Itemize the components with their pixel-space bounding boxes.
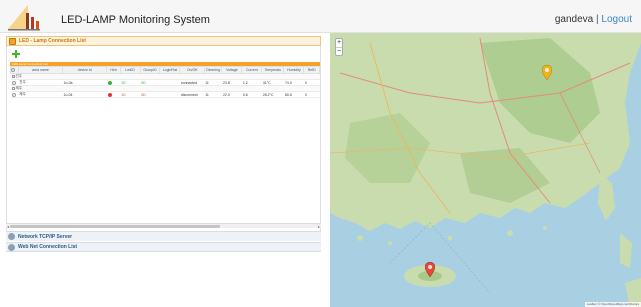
column-header[interactable]: Temperatu [261, 66, 285, 74]
lamp-connection-panel-header[interactable]: LED - Lamp Connection List [6, 36, 321, 46]
column-header[interactable]: Dimming [203, 66, 223, 74]
web-connection-panel-header[interactable]: Web Net Connection List [6, 242, 321, 252]
globe-icon [8, 243, 15, 251]
column-header[interactable]: Hint [106, 66, 121, 74]
logout-link[interactable]: Logout [601, 14, 632, 25]
column-header[interactable]: LoginFlat [159, 66, 181, 74]
lamp-panel-title: LED - Lamp Connection List [19, 38, 86, 44]
add-lamp-button[interactable] [12, 50, 20, 58]
group-label: 진주 [15, 74, 22, 78]
lamp-marker-jeju[interactable] [425, 262, 435, 277]
web-panel-title: Web Net Connection List [18, 244, 78, 250]
app-title: LED-LAMP Monitoring System [61, 14, 210, 26]
tcp-server-panel-header[interactable]: Network TCP/IP Server [6, 231, 321, 241]
lamp-connection-panel-body: LED-Lamp Connection List area name devic… [6, 46, 321, 231]
column-header[interactable]: Current [241, 66, 263, 74]
horizontal-scrollbar[interactable]: ◂ ▸ [6, 223, 321, 229]
dimming-cell: 11 [204, 91, 222, 98]
table-row[interactable]: 제주 1u-04 1D 0D disconnect 11 22.0 0.6 28… [10, 91, 320, 98]
collapse-icon[interactable] [11, 74, 15, 78]
login-cell [159, 91, 180, 98]
app-header: LED-LAMP Monitoring System gandeva | Log… [0, 0, 641, 33]
map-view[interactable]: + − Leaflet | © OpenStreetMap contributo… [330, 33, 641, 307]
status-on-icon [107, 80, 112, 85]
username: gandeva [554, 14, 594, 25]
tcp-panel-title: Network TCP/IP Server [18, 233, 73, 240]
user-separator: | [596, 14, 599, 25]
column-header[interactable]: Humidity [283, 66, 305, 74]
scrollbar-thumb[interactable] [10, 225, 220, 228]
left-panel: LED - Lamp Connection List LED-Lamp Conn… [0, 33, 324, 307]
lamp-connection-table: area name device id Hint LedID GroupID L… [10, 66, 320, 98]
column-header[interactable]: Voltage [221, 66, 243, 74]
app-logo-icon [8, 5, 40, 31]
column-header[interactable]: On/Off [179, 66, 205, 74]
hint-cell [106, 91, 121, 98]
temperature-cell: 28.2°C [261, 91, 284, 98]
zoom-out-button[interactable]: − [336, 47, 342, 55]
column-header[interactable]: LedID [119, 66, 141, 74]
lamp-list-icon [9, 37, 16, 45]
group-id-cell: 0D [140, 91, 160, 98]
column-header[interactable]: device id [62, 66, 108, 74]
led-id-cell: 1D [120, 91, 141, 98]
row-select-radio[interactable] [11, 92, 16, 97]
column-header[interactable]: RefD [303, 66, 320, 74]
voltage-cell: 22.0 [221, 91, 242, 98]
column-header[interactable]: GroupID [139, 66, 161, 74]
column-header[interactable]: area name [17, 66, 64, 74]
collapse-icon[interactable] [11, 86, 15, 90]
korea-map-tiles [330, 33, 641, 307]
user-area: gandeva | Logout [555, 14, 632, 25]
zoom-in-button[interactable]: + [336, 39, 342, 47]
device-id-cell: 1u-04 [62, 91, 107, 98]
onoff-cell: disconnect [179, 91, 205, 98]
table-header-row: area name device id Hint LedID GroupID L… [10, 66, 320, 74]
refd-cell: 0 [303, 91, 320, 98]
area-name-cell: 제주 [18, 91, 63, 98]
humidity-cell: 80.6 [283, 91, 304, 98]
group-label: 제주 [15, 86, 22, 90]
map-attribution[interactable]: Leaflet | © OpenStreetMap contributors [584, 302, 641, 307]
status-off-icon [107, 92, 112, 97]
scroll-right-icon[interactable]: ▸ [317, 224, 321, 229]
select-all-radio[interactable] [11, 68, 16, 73]
map-zoom-control: + − [335, 38, 343, 56]
network-icon [8, 233, 15, 240]
row-select-radio[interactable] [11, 80, 16, 85]
current-cell: 0.6 [241, 91, 262, 98]
column-header[interactable] [10, 66, 19, 74]
lamp-marker-jinju[interactable] [542, 65, 552, 80]
